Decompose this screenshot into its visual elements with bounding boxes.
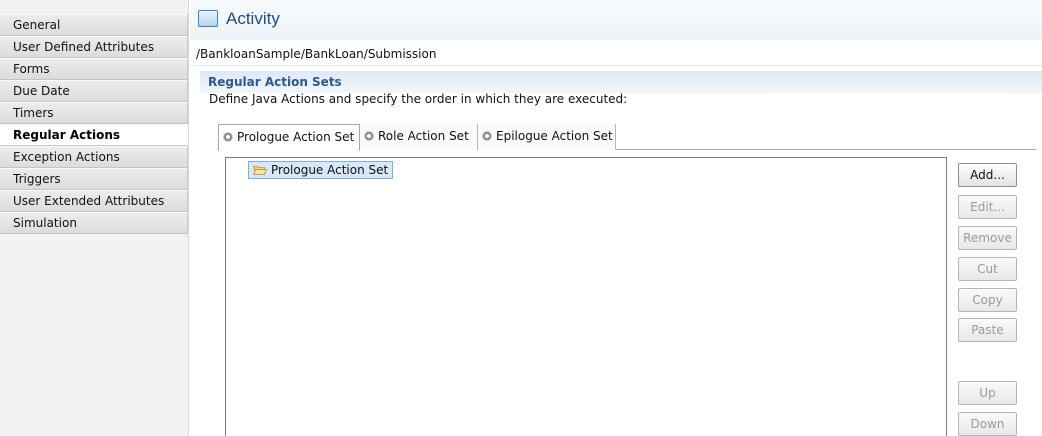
tab-label: Role Action Set [378, 129, 469, 143]
open-folder-icon [253, 166, 267, 175]
sidebar-item-due-date[interactable]: Due Date [0, 80, 188, 102]
activity-icon [198, 10, 218, 27]
page-header: Activity [190, 0, 1042, 40]
remove-button[interactable]: Remove [958, 226, 1017, 250]
gear-icon [364, 131, 374, 141]
gear-icon [223, 132, 233, 142]
section-header: Regular Action Sets [200, 71, 1042, 93]
up-button[interactable]: Up [958, 381, 1017, 405]
tab-label: Epilogue Action Set [496, 129, 613, 143]
action-set-tabs: Prologue Action Set Role Action Set Epil… [218, 124, 1036, 151]
tab-epilogue-action-set[interactable]: Epilogue Action Set [478, 124, 616, 150]
tree-node-prologue-action-set[interactable]: Prologue Action Set [248, 161, 394, 179]
tab-role-action-set[interactable]: Role Action Set [360, 124, 478, 150]
tree-node-label: Prologue Action Set [271, 163, 389, 177]
section-description: Define Java Actions and specify the orde… [209, 92, 628, 106]
sidebar-item-simulation[interactable]: Simulation [0, 212, 188, 234]
sidebar-item-forms[interactable]: Forms [0, 58, 188, 80]
copy-button[interactable]: Copy [958, 288, 1017, 312]
gear-icon [482, 131, 492, 141]
tab-prologue-action-set[interactable]: Prologue Action Set [218, 124, 360, 151]
sidebar-item-regular-actions[interactable]: Regular Actions [0, 124, 188, 146]
sidebar-top-spacer [0, 0, 188, 14]
action-set-tree[interactable]: Prologue Action Set [225, 157, 947, 436]
paste-button[interactable]: Paste [958, 318, 1017, 342]
edit-button[interactable]: Edit... [958, 195, 1017, 219]
properties-sidebar: General User Defined Attributes Forms Du… [0, 0, 189, 436]
sidebar-item-user-extended-attributes[interactable]: User Extended Attributes [0, 190, 188, 212]
tab-label: Prologue Action Set [237, 130, 355, 144]
sidebar-item-triggers[interactable]: Triggers [0, 168, 188, 190]
sidebar-item-exception-actions[interactable]: Exception Actions [0, 146, 188, 168]
sidebar-item-general[interactable]: General [0, 14, 188, 36]
add-button[interactable]: Add... [958, 163, 1017, 187]
page-title: Activity [226, 9, 280, 28]
sidebar-item-user-defined-attributes[interactable]: User Defined Attributes [0, 36, 188, 58]
cut-button[interactable]: Cut [958, 257, 1017, 281]
section-title: Regular Action Sets [208, 75, 342, 89]
breadcrumb: /BankloanSample/BankLoan/Submission [190, 42, 1042, 66]
sidebar-item-timers[interactable]: Timers [0, 102, 188, 124]
down-button[interactable]: Down [958, 412, 1017, 436]
